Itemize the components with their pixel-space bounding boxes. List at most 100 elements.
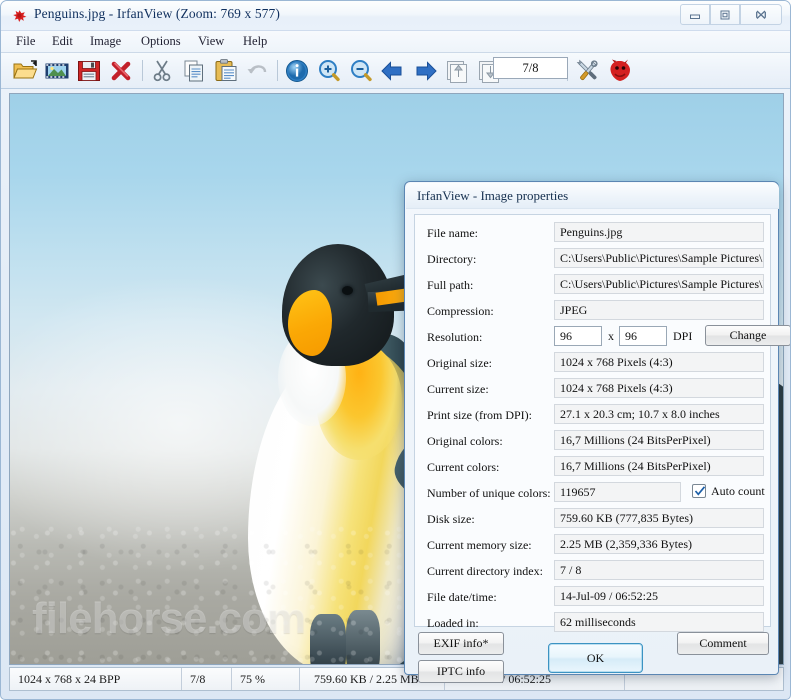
cut-icon — [153, 60, 171, 82]
copy-icon — [184, 60, 203, 82]
status-zoom: 75 % — [232, 668, 300, 690]
irfanview-window: Penguins.jpg - IrfanView (Zoom: 769 x 57… — [0, 0, 791, 700]
maximize-button[interactable] — [710, 4, 740, 25]
open-folder-button[interactable] — [11, 57, 39, 85]
resolution-separator: x — [608, 329, 614, 343]
label-current-size: Current size: — [427, 382, 489, 396]
toolbar-separator — [142, 60, 143, 81]
plugins-button[interactable] — [606, 57, 634, 85]
row-current-size: Current size: 1024 x 768 Pixels (4:3) — [415, 377, 772, 405]
exif-info-button[interactable]: EXIF info* — [418, 632, 504, 655]
irfanview-cat-icon — [11, 7, 28, 24]
save-icon — [78, 61, 100, 81]
label-directory-index: Current directory index: — [427, 564, 543, 578]
row-full-path: Full path: C:\Users\Public\Pictures\Samp… — [415, 273, 772, 301]
row-directory: Directory: C:\Users\Public\Pictures\Samp… — [415, 247, 772, 275]
save-button[interactable] — [75, 57, 103, 85]
watermark-text: filehorse.com — [32, 594, 306, 643]
auto-count-checkbox[interactable] — [692, 484, 706, 498]
settings-icon — [576, 59, 598, 81]
status-index: 7/8 — [182, 668, 232, 690]
menu-image[interactable]: Image — [83, 33, 128, 51]
window-titlebar: Penguins.jpg - IrfanView (Zoom: 769 x 57… — [1, 1, 790, 31]
label-disk-size: Disk size: — [427, 512, 475, 526]
iptc-info-button[interactable]: IPTC info — [418, 660, 504, 683]
row-compression: Compression: JPEG — [415, 299, 772, 327]
row-print-size: Print size (from DPI): 27.1 x 20.3 cm; 1… — [415, 403, 772, 431]
auto-count-label: Auto count — [711, 484, 765, 498]
close-icon — [756, 10, 766, 19]
resolution-height-input[interactable]: 96 — [619, 326, 667, 346]
row-unique-colors: Number of unique colors: 119657 Auto cou… — [415, 481, 772, 509]
delete-button[interactable] — [107, 57, 135, 85]
thumbnails-icon — [45, 63, 69, 79]
checkmark-icon — [694, 486, 706, 496]
zoom-in-button[interactable] — [315, 57, 343, 85]
thumbnails-button[interactable] — [43, 57, 71, 85]
value-original-size: 1024 x 768 Pixels (4:3) — [554, 352, 764, 372]
row-directory-index: Current directory index: 7 / 8 — [415, 559, 772, 587]
comment-button[interactable]: Comment — [677, 632, 769, 655]
value-compression: JPEG — [554, 300, 764, 320]
label-resolution: Resolution: — [427, 330, 483, 344]
value-full-path: C:\Users\Public\Pictures\Sample Pictures… — [554, 274, 764, 294]
minimize-button[interactable] — [680, 4, 710, 25]
value-print-size: 27.1 x 20.3 cm; 10.7 x 8.0 inches — [554, 404, 764, 424]
label-memory-size: Current memory size: — [427, 538, 532, 552]
menu-edit[interactable]: Edit — [45, 33, 80, 51]
row-file-name: File name: Penguins.jpg — [415, 221, 772, 249]
cut-button[interactable] — [148, 57, 176, 85]
value-loaded-in: 62 milliseconds — [554, 612, 764, 632]
penguin-1-eye — [342, 286, 353, 295]
close-button[interactable] — [740, 4, 782, 25]
plugins-icon — [610, 59, 630, 81]
value-directory-index: 7 / 8 — [554, 560, 764, 580]
copy-button[interactable] — [180, 57, 208, 85]
previous-icon — [381, 61, 402, 81]
undo-button[interactable] — [244, 57, 272, 85]
next-icon — [416, 61, 437, 81]
row-disk-size: Disk size: 759.60 KB (777,835 Bytes) — [415, 507, 772, 535]
ok-button[interactable]: OK — [548, 643, 643, 673]
menu-options[interactable]: Options — [134, 33, 188, 51]
change-resolution-button[interactable]: Change — [705, 325, 790, 346]
image-properties-dialog: IrfanView - Image properties File name: … — [404, 181, 790, 683]
value-directory: C:\Users\Public\Pictures\Sample Pictures… — [554, 248, 764, 268]
paste-button[interactable] — [212, 57, 240, 85]
zoom-out-icon — [351, 60, 372, 82]
zoom-in-icon — [319, 60, 340, 82]
first-image-button[interactable] — [443, 57, 471, 85]
minimize-icon — [690, 14, 700, 19]
row-original-colors: Original colors: 16,7 Millions (24 BitsP… — [415, 429, 772, 457]
zoom-out-button[interactable] — [347, 57, 375, 85]
dialog-body: File name: Penguins.jpg Directory: C:\Us… — [414, 214, 790, 632]
label-unique-colors: Number of unique colors: — [427, 486, 551, 500]
settings-button[interactable] — [574, 57, 602, 85]
label-compression: Compression: — [427, 304, 494, 318]
value-original-colors: 16,7 Millions (24 BitsPerPixel) — [554, 430, 764, 450]
menu-help[interactable]: Help — [236, 33, 274, 51]
row-original-size: Original size: 1024 x 768 Pixels (4:3) — [415, 351, 772, 379]
value-current-size: 1024 x 768 Pixels (4:3) — [554, 378, 764, 398]
label-original-colors: Original colors: — [427, 434, 503, 448]
maximize-icon — [720, 10, 730, 19]
info-icon — [286, 60, 308, 82]
dialog-titlebar[interactable]: IrfanView - Image properties — [406, 183, 779, 209]
toolbar-separator-2 — [277, 60, 278, 81]
label-print-size: Print size (from DPI): — [427, 408, 532, 422]
resolution-width-input[interactable]: 96 — [554, 326, 602, 346]
previous-button[interactable] — [379, 57, 407, 85]
label-current-colors: Current colors: — [427, 460, 500, 474]
menu-file[interactable]: File — [9, 33, 42, 51]
window-title: Penguins.jpg - IrfanView (Zoom: 769 x 57… — [34, 6, 280, 21]
menubar: File Edit Image Options View Help — [1, 31, 790, 53]
undo-icon — [247, 65, 267, 74]
row-current-colors: Current colors: 16,7 Millions (24 BitsPe… — [415, 455, 772, 483]
menu-view[interactable]: View — [191, 33, 231, 51]
page-counter-input[interactable]: 7/8 — [493, 57, 568, 79]
open-folder-icon — [13, 60, 38, 79]
label-loaded-in: Loaded in: — [427, 616, 479, 630]
value-file-datetime: 14-Jul-09 / 06:52:25 — [554, 586, 764, 606]
info-button[interactable] — [283, 57, 311, 85]
next-button[interactable] — [411, 57, 439, 85]
